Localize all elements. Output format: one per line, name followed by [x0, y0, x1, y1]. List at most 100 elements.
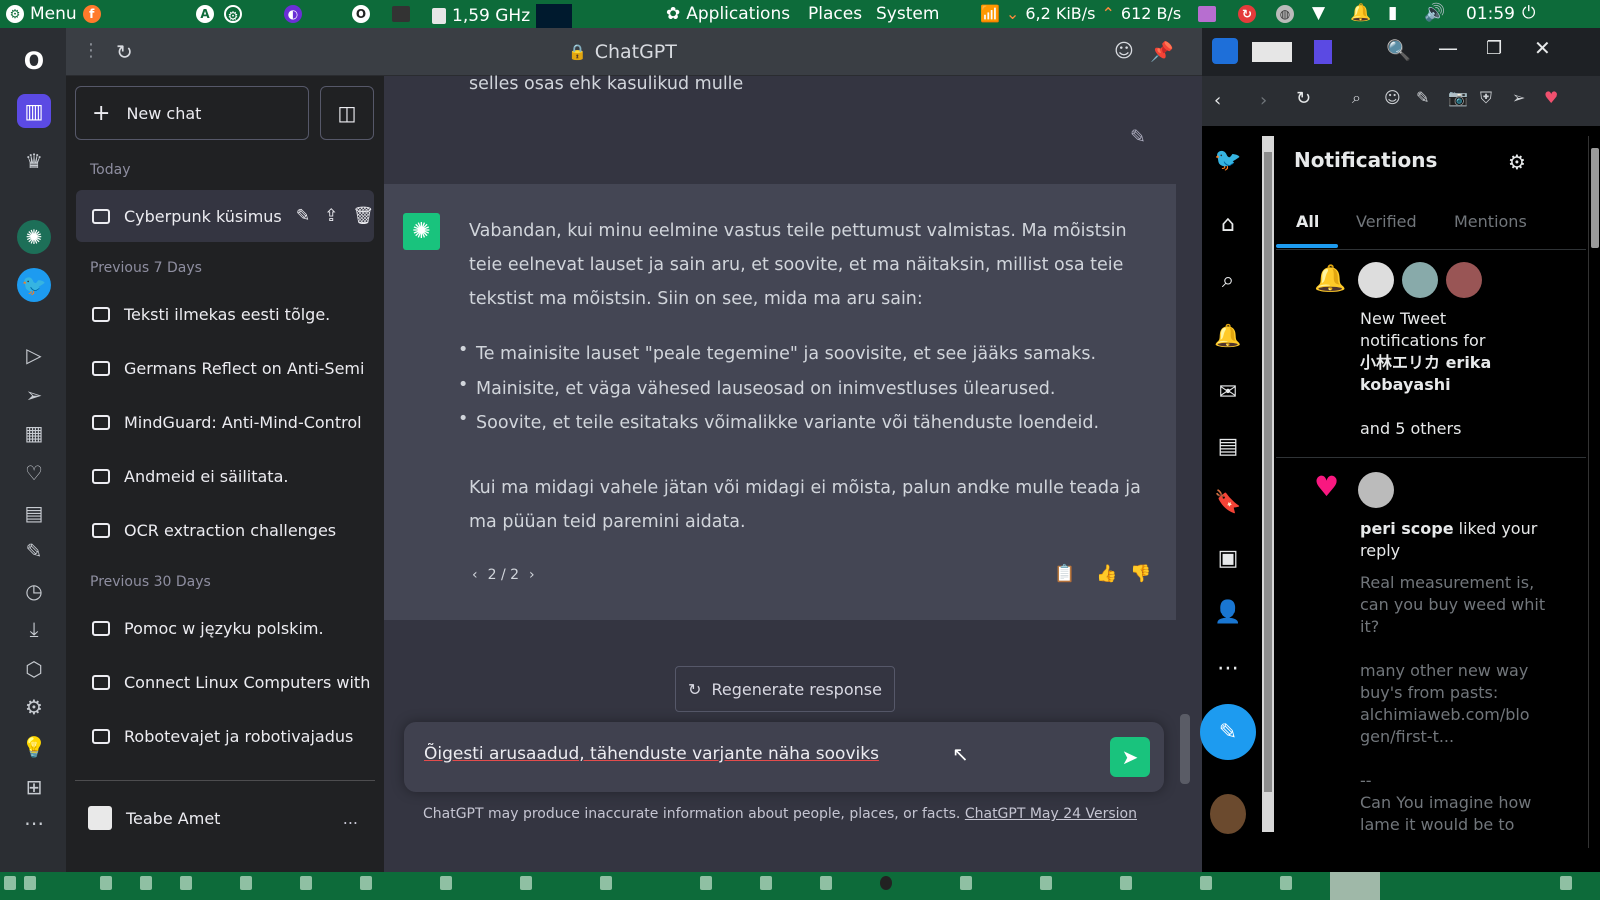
message-input[interactable]: Õigesti arusaadud, tähenduste varjante n… [424, 744, 879, 764]
player-icon[interactable]: ▷ [17, 338, 51, 372]
extensions-icon[interactable]: ▦ [17, 416, 51, 450]
taskbar-item[interactable] [520, 876, 532, 890]
send-button[interactable]: ➤ [1110, 737, 1150, 777]
taskbar-item[interactable] [240, 876, 252, 890]
edit-icon[interactable]: ✎ [17, 534, 51, 568]
account-avatar[interactable] [1210, 794, 1246, 834]
scrollbar-thumb[interactable] [1180, 714, 1190, 784]
taskbar-active-item[interactable] [1330, 872, 1380, 900]
notification-user-name[interactable]: peri scope [1360, 519, 1454, 538]
home-icon[interactable]: ⌂ [1214, 210, 1242, 238]
chat-item[interactable]: MindGuard: Anti-Mind-Control [76, 396, 374, 448]
notification-item[interactable]: 🔔 New Tweet notifications for 小林エリカ erik… [1276, 250, 1586, 458]
regenerate-button[interactable]: ↻ Regenerate response [675, 666, 895, 712]
taskbar-item[interactable] [4, 876, 16, 890]
twitter-blue-icon[interactable]: ▣ [1214, 544, 1242, 572]
emoji-icon[interactable]: ☺ [1384, 88, 1401, 107]
scrollbar-thumb[interactable] [1264, 152, 1272, 792]
chat-item[interactable]: Connect Linux Computers with [76, 656, 374, 708]
edit-message-icon[interactable]: ✎ [1130, 126, 1146, 148]
taskbar-item[interactable] [760, 876, 772, 890]
forward-icon[interactable]: › [1260, 90, 1267, 111]
taskbar-item[interactable] [1040, 876, 1052, 890]
tab-favicon-icon[interactable] [1212, 38, 1238, 64]
pin-icon[interactable]: 📌 [1150, 40, 1174, 63]
workspace-icon[interactable]: ▥ [17, 94, 51, 128]
settings-icon[interactable]: ⚙ [1508, 150, 1526, 174]
cube-icon[interactable]: ⬡ [17, 652, 51, 686]
heart-icon[interactable]: ♡ [17, 456, 51, 490]
share-icon[interactable]: ⇪ [324, 206, 338, 226]
drag-handle-icon[interactable]: ⋮ [82, 40, 100, 61]
tray-app-icon[interactable] [1198, 6, 1216, 22]
chevron-left-icon[interactable]: ‹ [472, 567, 478, 583]
downloads-icon[interactable]: ⤓ [17, 612, 51, 646]
explore-icon[interactable]: ⌕ [1214, 266, 1242, 294]
pin-sidebar-icon[interactable]: ⊞ [17, 770, 51, 804]
chat-item[interactable]: Pomoc w języku polskim. [76, 602, 374, 654]
news-icon[interactable]: ▤ [17, 496, 51, 530]
chat-item[interactable]: OCR extraction challenges [76, 504, 374, 556]
tab-mentions[interactable]: Mentions [1454, 212, 1527, 231]
heart-icon[interactable]: ♥ [1544, 88, 1558, 107]
bookmarks-icon[interactable]: 🔖 [1214, 488, 1242, 516]
taskbar-item[interactable] [1560, 876, 1572, 890]
send-icon[interactable]: ➢ [1512, 88, 1525, 107]
version-link[interactable]: ChatGPT May 24 Version [965, 806, 1137, 822]
notification-bell-icon[interactable]: 🔔 [1350, 3, 1371, 23]
messages-icon[interactable]: ✉ [1214, 378, 1242, 406]
toggle-sidebar-button[interactable]: ◫ [320, 86, 374, 140]
tab-all[interactable]: All [1296, 212, 1319, 231]
battery-icon[interactable]: ▮ [1388, 3, 1397, 23]
tor-icon[interactable]: ◐ [284, 5, 302, 23]
taskbar-item[interactable] [360, 876, 372, 890]
chat-item[interactable]: Teksti ilmekas eesti tõlge. [76, 288, 374, 340]
tab-verified[interactable]: Verified [1356, 212, 1417, 231]
edit-icon[interactable]: ✎ [1416, 88, 1429, 107]
more-circle-icon[interactable]: ⋯ [1214, 654, 1242, 682]
taskbar-item[interactable] [1280, 876, 1292, 890]
opera-logo-icon[interactable]: O [17, 44, 51, 78]
tab-thumbnail[interactable] [1252, 42, 1292, 62]
taskbar-item[interactable] [1200, 876, 1212, 890]
emoji-icon[interactable]: ☺ [1114, 40, 1134, 62]
send-icon[interactable]: ➢ [17, 378, 51, 412]
chat-item[interactable]: Germans Reflect on Anti-Semi [76, 342, 374, 394]
new-chat-button[interactable]: + New chat [75, 86, 309, 140]
notification-user-name[interactable]: 小林エリカ erika kobayashi [1360, 352, 1560, 396]
delete-icon[interactable]: 🗑 [352, 206, 374, 226]
rename-icon[interactable]: ✎ [296, 206, 310, 226]
compose-tweet-button[interactable]: ✎ [1200, 704, 1256, 760]
taskbar-item[interactable] [700, 876, 712, 890]
taskbar-item[interactable] [100, 876, 112, 890]
minimize-icon[interactable]: — [1438, 36, 1458, 60]
taskbar-item[interactable] [820, 876, 832, 890]
search-tabs-icon[interactable]: 🔍 [1386, 38, 1411, 62]
notifications-icon[interactable]: 🔔 [1214, 322, 1242, 350]
reload-icon[interactable]: ↻ [1296, 88, 1311, 109]
history-icon[interactable]: ◷ [17, 574, 51, 608]
tab-active-indicator[interactable] [1314, 40, 1332, 64]
opera-launcher-icon[interactable]: O [352, 5, 370, 23]
applications-menu[interactable]: ✿ Applications [666, 4, 790, 24]
terminal-icon[interactable] [392, 6, 410, 22]
thumbs-down-icon[interactable]: 👎 [1130, 564, 1151, 584]
zoom-icon[interactable]: ⌕ [1352, 88, 1361, 108]
taskbar-item[interactable] [180, 876, 192, 890]
scrollbar-thumb[interactable] [1591, 148, 1599, 248]
restore-icon[interactable]: ❐ [1486, 38, 1502, 59]
settings-app-icon[interactable]: ⚙ [224, 5, 242, 23]
taskbar-item[interactable] [600, 876, 612, 890]
twitter-sidebar-icon[interactable]: 🐦 [17, 268, 51, 302]
scrollbar-track[interactable] [1588, 136, 1600, 848]
volume-icon[interactable]: 🔊 [1424, 3, 1445, 23]
chat-item-active[interactable]: Cyberpunk küsimuse ✎ ⇪ 🗑 [76, 190, 374, 242]
launcher-a-icon[interactable]: A [196, 5, 214, 23]
places-menu[interactable]: Places [808, 4, 862, 24]
crown-icon[interactable]: ♛ [17, 144, 51, 178]
thumbs-up-icon[interactable]: 👍 [1096, 564, 1117, 584]
power-icon[interactable]: ⏻ [1522, 3, 1535, 23]
notification-item[interactable]: ♥ peri scope liked your reply Real measu… [1276, 460, 1586, 872]
shield-icon[interactable]: ⛨ [1480, 88, 1492, 108]
camera-icon[interactable]: 📷 [1448, 88, 1468, 107]
